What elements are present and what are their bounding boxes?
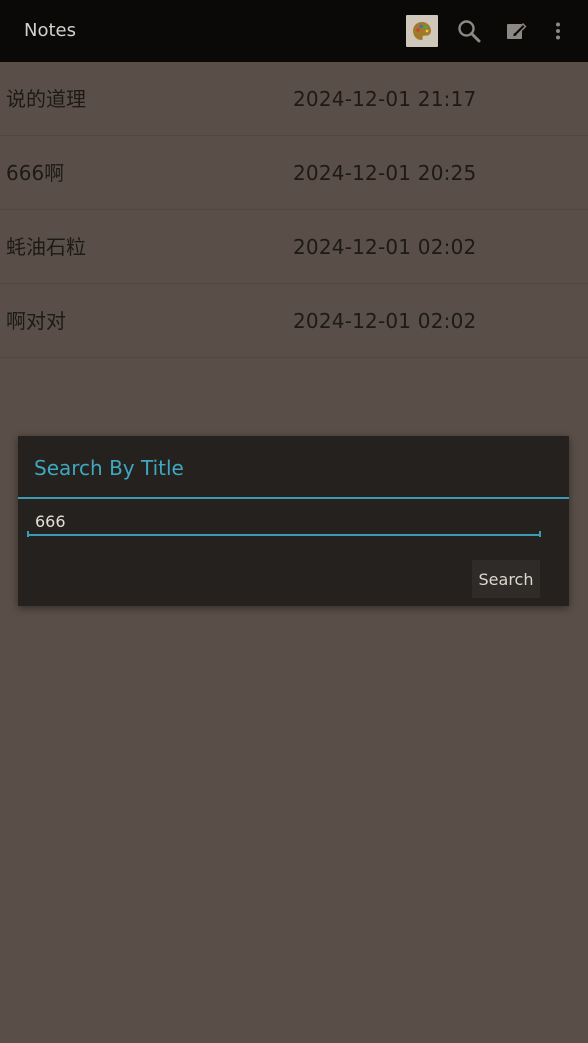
note-date: 2024-12-01 20:25 [293, 161, 477, 185]
note-date: 2024-12-01 21:17 [293, 87, 477, 111]
dialog-title: Search By Title [34, 456, 184, 480]
search-title-input[interactable] [27, 508, 541, 536]
note-title: 蚝油石粒 [6, 235, 86, 259]
input-underline-tick-left [27, 531, 29, 537]
note-row[interactable]: 666啊 2024-12-01 20:25 [0, 136, 588, 210]
note-title: 啊对对 [6, 309, 66, 333]
new-note-button[interactable] [499, 14, 533, 48]
note-row[interactable]: 说的道理 2024-12-01 21:17 [0, 62, 588, 136]
palette-icon [413, 22, 431, 40]
note-date: 2024-12-01 02:02 [293, 309, 477, 333]
note-title: 说的道理 [6, 87, 86, 111]
overflow-menu-button[interactable] [541, 14, 575, 48]
note-title: 666啊 [6, 161, 65, 185]
input-underline-tick-right [539, 531, 541, 537]
dialog-title-divider [18, 497, 569, 499]
note-date: 2024-12-01 02:02 [293, 235, 477, 259]
edit-note-icon [507, 23, 527, 39]
app-title: Notes [24, 20, 76, 41]
search-dialog: Search By Title Search [18, 436, 569, 606]
note-row[interactable]: 啊对对 2024-12-01 02:02 [0, 284, 588, 358]
app-bar: Notes [0, 0, 588, 62]
note-row[interactable]: 蚝油石粒 2024-12-01 02:02 [0, 210, 588, 284]
palette-button[interactable] [406, 15, 438, 47]
more-vert-icon [556, 22, 560, 40]
notes-list: 说的道理 2024-12-01 21:17 666啊 2024-12-01 20… [0, 62, 588, 358]
search-submit-button[interactable]: Search [472, 560, 540, 598]
search-icon [458, 20, 481, 43]
search-button[interactable] [452, 14, 486, 48]
